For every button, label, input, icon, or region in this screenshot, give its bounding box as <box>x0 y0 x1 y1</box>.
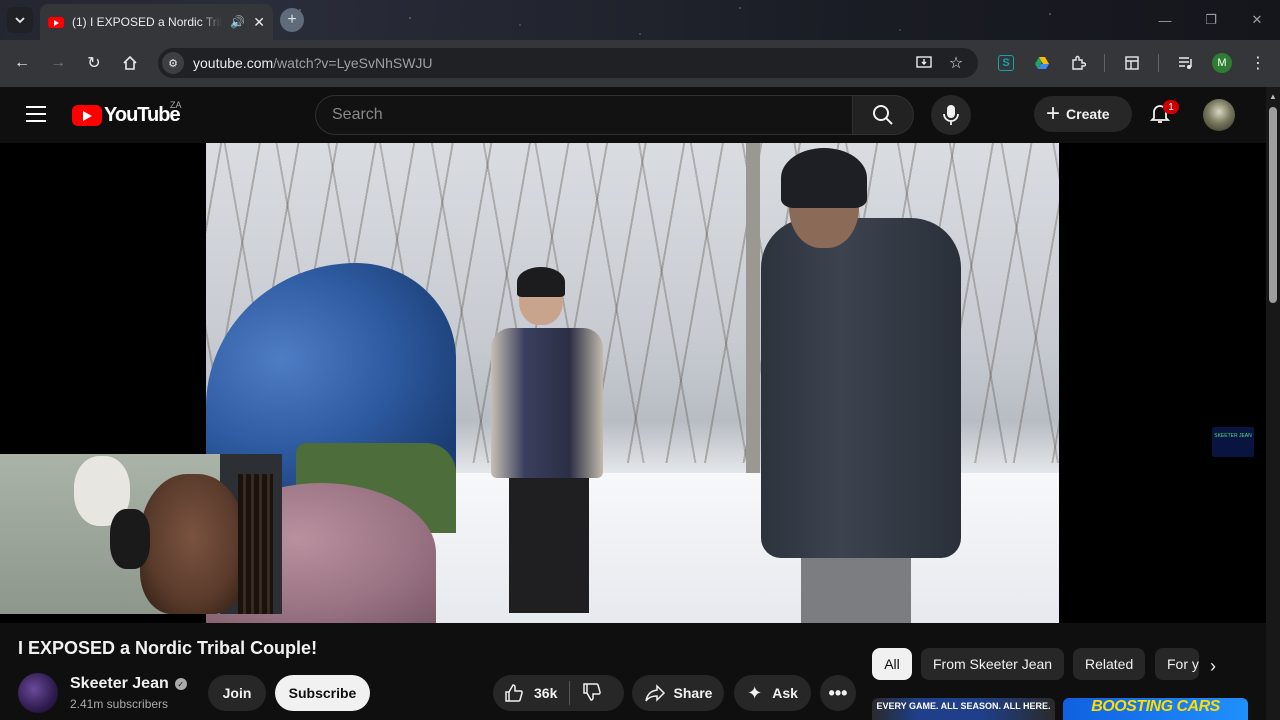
reload-icon[interactable]: ↻ <box>83 52 105 74</box>
subscribe-label: Subscribe <box>288 685 357 701</box>
address-bar[interactable]: youtube.com/watch?v=LyeSvNhSWJU <box>158 48 978 78</box>
video-person-right <box>751 148 961 623</box>
toolbar-separator <box>1158 54 1159 72</box>
search-icon <box>873 105 893 125</box>
youtube-wordmark: YouTube <box>104 104 181 126</box>
tab-search-button[interactable] <box>7 7 33 33</box>
chevron-down-icon <box>15 17 25 24</box>
more-menu-icon[interactable]: ⋮ <box>1247 52 1269 74</box>
minimize-button[interactable]: — <box>1142 0 1188 40</box>
thumbs-down-icon <box>583 682 602 701</box>
share-button[interactable]: Share <box>632 675 724 711</box>
chevron-right-icon[interactable]: › <box>1210 656 1216 677</box>
channel-watermark[interactable]: SKEETER JEAN <box>1212 427 1254 457</box>
forward-icon[interactable]: → <box>47 52 69 74</box>
chip-all[interactable]: All <box>872 648 912 680</box>
subscribe-button[interactable]: Subscribe <box>275 675 370 711</box>
like-dislike-group: 36k <box>493 675 624 711</box>
url-host: youtube.com <box>193 55 274 71</box>
guide-menu-icon[interactable] <box>26 106 46 127</box>
watermark-text: SKEETER JEAN <box>1214 433 1252 439</box>
like-divider <box>569 681 571 705</box>
url-path: /watch?v=LyeSvNhSWJU <box>273 55 433 71</box>
plus-icon: + <box>1046 100 1061 127</box>
youtube-favicon-icon <box>48 16 64 28</box>
notification-badge: 1 <box>1163 100 1179 114</box>
chip-from-channel[interactable]: From Skeeter Jean <box>921 648 1065 680</box>
thumbs-up-icon <box>505 684 523 702</box>
join-button[interactable]: Join <box>208 675 266 711</box>
account-avatar[interactable] <box>1203 99 1235 131</box>
chip-for-you[interactable]: For y <box>1155 648 1199 680</box>
extensions-puzzle-icon[interactable] <box>1067 52 1089 74</box>
youtube-logo[interactable]: YouTube ZA <box>72 100 182 127</box>
install-app-icon[interactable] <box>913 52 935 74</box>
recommendation-thumbnail[interactable]: EVERY GAME. ALL SEASON. ALL HERE. <box>872 698 1055 720</box>
browser-tab-active[interactable]: (1) I EXPOSED a Nordic Tribal Couple! - … <box>40 4 273 40</box>
like-button[interactable]: 36k <box>493 683 557 703</box>
scroll-up-icon[interactable]: ▲ <box>1269 92 1277 101</box>
join-label: Join <box>222 685 252 701</box>
more-horizontal-icon: ••• <box>828 682 848 703</box>
page-scrollbar[interactable]: ▲ <box>1266 87 1280 720</box>
youtube-header: YouTube ZA Search + Create 1 <box>0 87 1266 143</box>
thumbnail-text: EVERY GAME. ALL SEASON. ALL HERE. <box>876 701 1051 711</box>
side-panel-icon[interactable] <box>1121 52 1143 74</box>
channel-avatar[interactable] <box>18 673 58 713</box>
share-label: Share <box>673 685 713 701</box>
video-person-left <box>481 267 606 613</box>
sparkle-icon: ✦ <box>747 682 763 703</box>
restore-button[interactable]: ❐ <box>1188 0 1234 40</box>
country-code: ZA <box>170 100 182 110</box>
search-placeholder: Search <box>332 106 383 123</box>
media-control-icon[interactable] <box>1175 52 1197 74</box>
channel-name-text: Skeeter Jean <box>70 675 169 692</box>
window-close-button[interactable]: ✕ <box>1234 0 1280 40</box>
create-button[interactable]: + Create <box>1034 96 1132 132</box>
back-icon[interactable]: ← <box>11 52 33 74</box>
speaker-icon[interactable]: 🔊 <box>230 15 245 29</box>
thumbnail-text: BOOSTING CARS <box>1091 698 1220 715</box>
video-player[interactable] <box>0 143 1266 623</box>
tab-title: (1) I EXPOSED a Nordic Tribal Couple! - … <box>72 15 222 29</box>
webcam-overlay <box>0 454 282 614</box>
close-tab-icon[interactable]: ✕ <box>253 14 265 31</box>
video-title: I EXPOSED a Nordic Tribal Couple! <box>18 638 318 658</box>
site-info-icon[interactable]: ⚙ <box>162 52 184 74</box>
recommendation-thumbnail[interactable]: BOOSTING CARS <box>1063 698 1248 720</box>
dislike-button[interactable] <box>582 682 602 705</box>
new-tab-button[interactable]: + <box>280 8 304 32</box>
microphone-icon <box>943 105 959 125</box>
search-input[interactable]: Search <box>315 95 852 135</box>
toolbar-separator <box>1104 54 1105 72</box>
share-arrow-icon <box>644 684 665 702</box>
search-button[interactable] <box>852 95 914 135</box>
profile-avatar[interactable]: M <box>1212 53 1232 73</box>
home-icon[interactable] <box>119 52 141 74</box>
video-frame <box>206 143 1059 623</box>
subscriber-count: 2.41m subscribers <box>70 697 169 711</box>
bookmark-star-icon[interactable]: ☆ <box>945 52 967 74</box>
voice-search-button[interactable] <box>931 95 971 135</box>
chip-related[interactable]: Related <box>1073 648 1146 680</box>
extension-s-icon[interactable]: S <box>995 52 1017 74</box>
create-label: Create <box>1066 106 1110 122</box>
scrollbar-thumb[interactable] <box>1269 107 1277 303</box>
more-actions-button[interactable]: ••• <box>820 675 856 711</box>
channel-name[interactable]: Skeeter Jean ✓ <box>70 675 187 693</box>
google-drive-icon[interactable] <box>1031 52 1053 74</box>
verified-check-icon: ✓ <box>174 678 187 690</box>
browser-tab-strip: (1) I EXPOSED a Nordic Tribal Couple! - … <box>0 0 1280 40</box>
youtube-play-logo-icon <box>72 105 102 126</box>
like-count: 36k <box>534 685 558 701</box>
ask-button[interactable]: ✦ Ask <box>734 675 811 711</box>
ask-label: Ask <box>772 685 798 701</box>
